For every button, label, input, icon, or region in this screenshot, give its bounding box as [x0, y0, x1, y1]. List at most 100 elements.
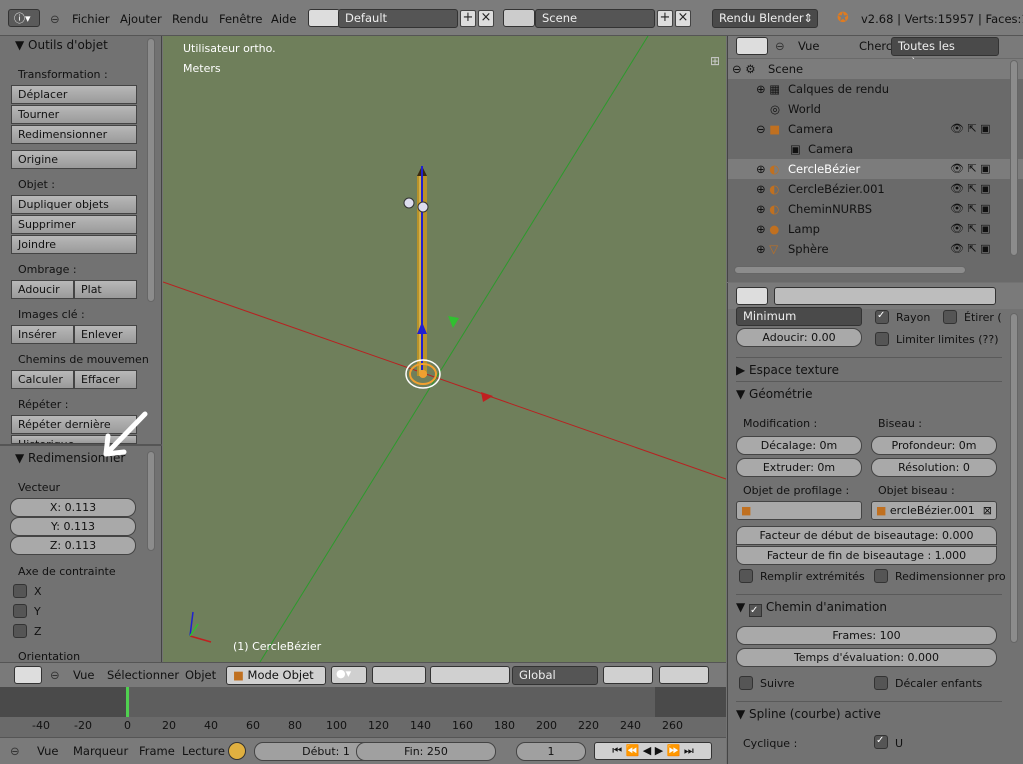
map-taper-checkbox[interactable]	[874, 569, 888, 583]
outliner-row-world[interactable]: ◎ World	[728, 99, 1023, 119]
offset-children-checkbox[interactable]	[874, 676, 888, 690]
profondeur-field[interactable]: Profondeur: 0m	[871, 436, 997, 455]
frames-field[interactable]: Frames: 100	[736, 626, 997, 645]
axis-z-checkbox[interactable]	[13, 624, 27, 638]
scale-button[interactable]: Redimensionner	[11, 125, 137, 144]
visibility-icons[interactable]: 👁 ⇱ ▣	[950, 202, 991, 215]
remove-key-button[interactable]: Enlever	[74, 325, 137, 344]
visibility-icons[interactable]: 👁 ⇱ ▣	[950, 242, 991, 255]
menu-frame[interactable]: Frame	[139, 744, 175, 758]
join-button[interactable]: Joindre	[11, 235, 137, 254]
menu-fichier[interactable]: Fichier	[72, 12, 110, 26]
decalage-field[interactable]: Décalage: 0m	[736, 436, 862, 455]
end-frame-field[interactable]: Fin: 250	[356, 742, 496, 761]
add-scene-icon[interactable]: +	[657, 10, 673, 27]
menu-aide[interactable]: Aide	[271, 12, 296, 26]
outliner-row-camera-data[interactable]: ▣ Camera	[728, 139, 1023, 159]
origin-button[interactable]: Origine	[11, 150, 137, 169]
flat-button[interactable]: Plat	[74, 280, 137, 299]
add-layout-icon[interactable]: +	[460, 10, 476, 27]
mode-select[interactable]: ■ Mode Objet	[226, 666, 326, 685]
outliner-type-icon[interactable]	[736, 37, 768, 55]
cyclic-u-checkbox[interactable]: ✓	[874, 735, 888, 749]
3d-viewport[interactable]: Utilisateur ortho. Meters ⊞ (1) CercleBé…	[163, 36, 726, 662]
info-editor-icon[interactable]: ⓘ▾	[8, 9, 40, 27]
scene-select[interactable]: Scene	[535, 9, 655, 28]
tool-panel-title[interactable]: ▼ Outils d'objet	[15, 38, 108, 52]
properties-scrollbar[interactable]	[1010, 313, 1018, 643]
extruder-field[interactable]: Extruder: 0m	[736, 458, 862, 477]
current-frame-field[interactable]: 1	[516, 742, 586, 761]
menu-rendu[interactable]: Rendu	[172, 12, 208, 26]
scene-icon[interactable]	[503, 9, 535, 27]
collapse-icon[interactable]: ⊖	[50, 12, 60, 26]
duplicate-button[interactable]: Dupliquer objets	[11, 195, 137, 214]
render-engine-select[interactable]: Rendu Blender ⇕	[712, 9, 818, 28]
operator-scrollbar[interactable]	[147, 451, 155, 551]
menu-vue-timeline[interactable]: Vue	[37, 744, 58, 758]
collapse-icon[interactable]: ⊖	[50, 668, 60, 682]
adoucir-field[interactable]: Adoucir: 0.00	[736, 328, 862, 347]
layout-icon[interactable]	[308, 9, 340, 27]
timeline[interactable]: -40 -20 0 20 40 60 80 100 120 140 160 18…	[0, 687, 726, 737]
pivot-icon[interactable]	[372, 666, 426, 684]
menu-ajouter[interactable]: Ajouter	[120, 12, 162, 26]
vector-z-field[interactable]: Z: 0.113	[10, 536, 136, 555]
interpolation-select[interactable]: Minimum	[736, 307, 862, 326]
fill-caps-checkbox[interactable]	[739, 569, 753, 583]
rotate-button[interactable]: Tourner	[11, 105, 137, 124]
layers-1-icon[interactable]	[603, 666, 653, 684]
eval-time-field[interactable]: Temps d'évaluation: 0.000	[736, 648, 997, 667]
collapse-icon[interactable]: ⊖	[775, 39, 785, 53]
limiter-checkbox[interactable]	[875, 332, 889, 346]
visibility-icons[interactable]: 👁 ⇱ ▣	[950, 222, 991, 235]
outliner-hscroll[interactable]	[734, 266, 966, 274]
remove-scene-icon[interactable]: ×	[675, 10, 691, 27]
vector-x-field[interactable]: X: 0.113	[10, 498, 136, 517]
section-geometrie[interactable]: ▼ Géométrie	[736, 381, 1002, 405]
smooth-button[interactable]: Adoucir	[11, 280, 74, 299]
outliner-filter-select[interactable]: Toutes les scènes	[891, 37, 999, 70]
clear-button[interactable]: Effacer	[74, 370, 137, 389]
bevel-object-field[interactable]: ■ ercleBézier.001 ⊠	[871, 501, 997, 520]
calculate-button[interactable]: Calculer	[11, 370, 74, 389]
vector-y-field[interactable]: Y: 0.113	[10, 517, 136, 536]
visibility-icons[interactable]: 👁 ⇱ ▣	[950, 182, 991, 195]
outliner-row-render-layers[interactable]: ⊕ ▦ Calques de rendu	[728, 79, 1023, 99]
etirer-checkbox[interactable]	[943, 310, 957, 324]
properties-type-icon[interactable]	[736, 287, 768, 305]
editor-type-icon[interactable]	[14, 666, 42, 684]
orientation-select[interactable]: Global	[512, 666, 598, 685]
delete-button[interactable]: Supprimer	[11, 215, 137, 234]
context-tabs[interactable]	[774, 287, 996, 305]
outliner-menu-vue[interactable]: Vue	[798, 39, 819, 53]
menu-fenetre[interactable]: Fenêtre	[219, 12, 262, 26]
current-frame-marker[interactable]	[126, 687, 129, 717]
section-spline-active[interactable]: ▼ Spline (courbe) active	[736, 701, 1002, 725]
layers-2-icon[interactable]	[659, 666, 709, 684]
menu-selectionner[interactable]: Sélectionner	[107, 668, 179, 682]
bevel-factor-start[interactable]: Facteur de début de biseautage: 0.000	[736, 526, 997, 545]
collapse-icon[interactable]: ⊖	[10, 744, 20, 758]
layout-select[interactable]: Default	[338, 9, 458, 28]
profile-object-field[interactable]: ■	[736, 501, 862, 520]
record-icon[interactable]	[228, 742, 246, 760]
menu-vue[interactable]: Vue	[73, 668, 94, 682]
outliner-row-scene[interactable]: ⊖ ⚙ Scene	[728, 59, 1023, 79]
outliner-vscroll[interactable]	[1010, 60, 1018, 256]
section-espace-texture[interactable]: ▶ Espace texture	[736, 357, 1002, 381]
resolution-field[interactable]: Résolution: 0	[871, 458, 997, 477]
playback-controls[interactable]: ⏮ ⏪ ◀ ▶ ⏩ ⏭	[594, 742, 712, 760]
follow-checkbox[interactable]	[739, 676, 753, 690]
remove-layout-icon[interactable]: ×	[478, 10, 494, 27]
section-chemin-animation[interactable]: ▼ ✓ Chemin d'animation	[736, 594, 1002, 618]
shading-icon[interactable]: ●▾	[331, 666, 367, 684]
axis-y-checkbox[interactable]	[13, 604, 27, 618]
visibility-icons[interactable]: 👁 ⇱ ▣	[950, 122, 991, 135]
menu-lecture[interactable]: Lecture	[182, 744, 225, 758]
manipulator-icons[interactable]	[430, 666, 510, 684]
axis-x-checkbox[interactable]	[13, 584, 27, 598]
tool-scrollbar[interactable]	[147, 38, 155, 302]
bevel-factor-end[interactable]: Facteur de fin de biseautage : 1.000	[736, 546, 997, 565]
menu-objet[interactable]: Objet	[185, 668, 216, 682]
